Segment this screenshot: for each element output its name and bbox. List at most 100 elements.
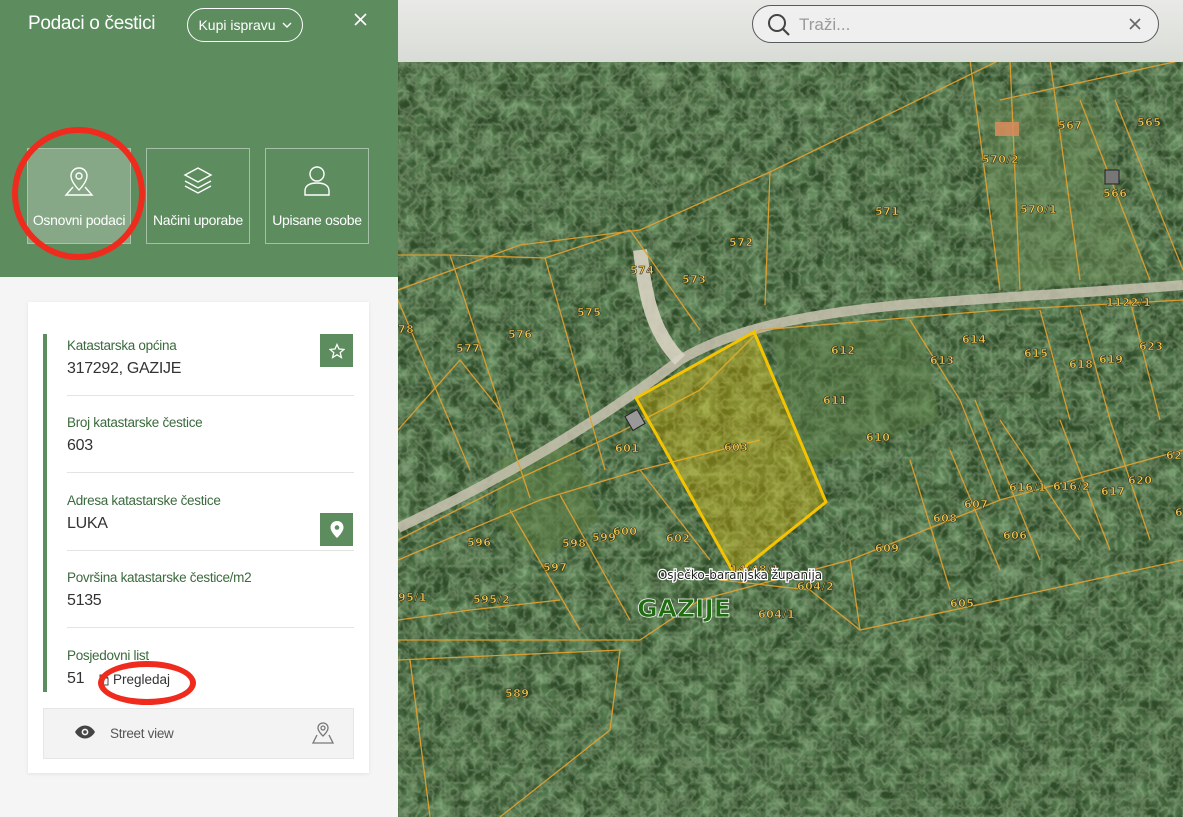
field-label: Posjedovni list [67,648,149,663]
parcel-label[interactable]: 62 [1166,449,1182,463]
parcel-label[interactable]: 618 [1069,358,1093,372]
view-link-label: Pregledaj [113,672,171,687]
panel-header: Podaci o čestici Kupi ispravu Osnovni po… [0,0,398,277]
street-view-button[interactable]: Street view [43,708,354,759]
parcel-label[interactable]: 608 [933,512,957,526]
parcel-label[interactable]: 611 [823,394,847,408]
parcel-label[interactable]: 589 [505,687,529,701]
tab-label: Osnovni podaci [32,212,126,228]
field-label: Adresa katastarske čestice [67,493,221,508]
parcel-label[interactable]: 602 [666,532,690,546]
tab-nacini-uporabe[interactable]: Načini uporabe [146,148,250,244]
street-view-label: Street view [110,726,174,741]
eye-icon [74,725,96,744]
parcel-label[interactable]: 598 [562,537,586,551]
field-label: Površina katastarske čestice/m2 [67,570,252,585]
close-icon[interactable] [353,12,368,32]
field-parcel-area: Površina katastarske čestice/m2 5135 [67,570,354,610]
parcel-label[interactable]: 605 [950,597,974,611]
buy-document-label: Kupi ispravu [198,17,276,33]
star-icon [328,342,345,359]
user-icon [304,166,330,196]
field-value: 603 [67,437,93,454]
tab-label: Načini uporabe [153,212,243,228]
parcel-label[interactable]: 601 [615,442,639,456]
favorite-button[interactable] [320,334,353,367]
clear-search-icon[interactable] [1128,17,1142,36]
parcel-panel: Podaci o čestici Kupi ispravu Osnovni po… [0,0,398,817]
parcel-label[interactable]: 566 [1103,187,1127,201]
parcel-label[interactable]: 619 [1099,353,1123,367]
parcel-label[interactable]: 607 [964,498,988,512]
panel-title: Podaci o čestici [28,13,156,34]
chevron-down-icon [282,22,292,28]
parcel-label[interactable]: 604/1 [758,608,795,622]
tab-osnovni-podaci[interactable]: Osnovni podaci [27,148,131,244]
parcel-label[interactable]: 613 [930,354,954,368]
view-possession-sheet-link[interactable]: Pregledaj [99,672,170,687]
parcel-details-card: Katastarska općina 317292, GAZIJE Broj k… [28,302,369,773]
parcel-label[interactable]: 6 [1175,506,1183,520]
search-input[interactable] [797,12,1111,38]
tab-upisane-osobe[interactable]: Upisane osobe [265,148,369,244]
show-on-map-button[interactable] [320,513,353,546]
map-view[interactable]: 567 565 570/2 566 570/1 571 572 574 573 575 576 577… [398,0,1183,817]
parcel-label[interactable]: 615 [1024,347,1048,361]
field-parcel-address: Adresa katastarske čestice LUKA [67,493,354,533]
parcel-label[interactable]: 572 [729,236,753,250]
county-label: Osječko-baranjska županija [658,568,822,582]
map-pin-icon [64,167,94,196]
tab-label: Upisane osobe [272,212,362,228]
search-bar[interactable] [752,5,1159,43]
parcel-label[interactable]: 570/1 [1020,203,1057,217]
parcel-label[interactable]: 575 [577,306,601,320]
parcel-label[interactable]: 571 [875,205,899,219]
divider [67,627,354,628]
parcel-label[interactable]: 567 [1058,119,1082,133]
parcel-label[interactable]: 606 [1003,529,1027,543]
parcel-label[interactable]: 614 [962,333,986,347]
field-value: LUKA [67,515,108,532]
parcel-label[interactable]: 610 [866,431,890,445]
parcel-label[interactable]: 623 [1139,340,1163,354]
parcel-label[interactable]: 78 [398,323,414,337]
divider [67,395,354,396]
parcel-label[interactable]: 596 [467,536,491,550]
field-label: Katastarska općina [67,338,177,353]
divider [67,472,354,473]
layers-icon [183,167,213,194]
field-value: 317292, GAZIJE [67,360,182,377]
parcel-label[interactable]: 1122/1 [1106,296,1151,310]
parcel-label[interactable]: 576 [508,328,532,342]
parcel-label[interactable]: 95/1 [398,591,427,605]
parcel-label[interactable]: 570/2 [982,153,1019,167]
field-value: 5135 [67,592,102,609]
parcel-label[interactable]: 612 [831,344,855,358]
parcel-label[interactable]: 620 [1128,474,1152,488]
place-label-gazije: GAZIJE [637,594,731,623]
location-pin-icon [330,521,343,538]
parcel-label[interactable]: 603 [724,441,748,455]
accent-bar [43,334,47,692]
map-marker-icon [311,721,335,750]
parcel-label[interactable]: 599 [592,531,616,545]
parcel-label[interactable]: 600 [613,525,637,539]
field-label: Broj katastarske čestice [67,415,203,430]
parcel-label[interactable]: 577 [456,342,480,356]
parcel-label[interactable]: 574 [630,264,654,278]
divider [67,550,354,551]
search-icon[interactable] [767,13,791,42]
buy-document-button[interactable]: Kupi ispravu [187,8,303,42]
field-parcel-number: Broj katastarske čestice 603 [67,415,354,455]
aerial-map[interactable]: 567 565 570/2 566 570/1 571 572 574 573 575 576 577… [398,0,1183,817]
parcel-label[interactable]: 616/2 [1053,480,1090,494]
parcel-label[interactable]: 609 [875,542,899,556]
parcel-label[interactable]: 573 [682,273,706,287]
parcel-label[interactable]: 595/2 [473,593,510,607]
document-icon [99,674,109,685]
field-cadastral-municipality: Katastarska općina 317292, GAZIJE [67,338,354,378]
parcel-label[interactable]: 597 [543,561,567,575]
parcel-label[interactable]: 616/1 [1009,481,1046,495]
parcel-label[interactable]: 617 [1101,485,1125,499]
parcel-label[interactable]: 565 [1137,116,1161,130]
